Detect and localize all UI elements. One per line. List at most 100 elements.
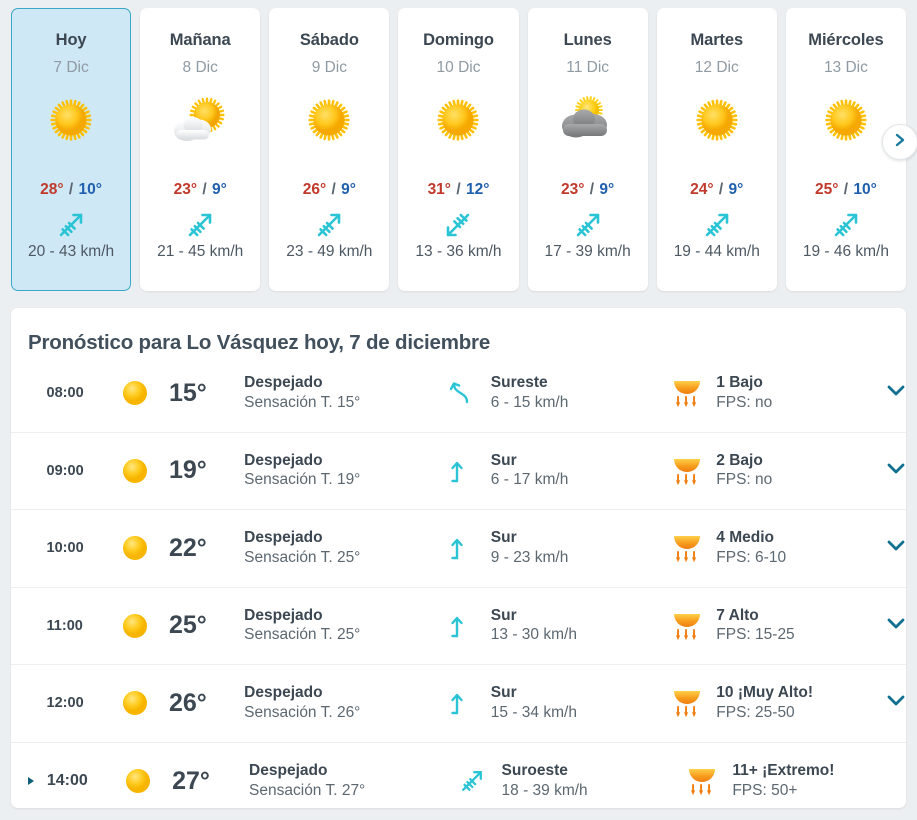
uv-index-icon bbox=[664, 454, 709, 488]
hour-temperature: 25° bbox=[168, 611, 207, 640]
wind-speed-label: 18 - 39 km/h bbox=[501, 781, 588, 799]
uv-index-label: 7 Alto bbox=[716, 606, 759, 624]
triangle-right-icon bbox=[28, 777, 34, 786]
day-name: Hoy bbox=[55, 31, 87, 49]
uv-fps-label: FPS: 15-25 bbox=[716, 626, 795, 644]
hour-wind: Sur 15 - 34 km/h bbox=[485, 683, 664, 723]
temp-separator: / bbox=[456, 181, 461, 198]
row-expander[interactable] bbox=[28, 777, 40, 786]
wind-speed-label: 15 - 34 km/h bbox=[490, 703, 577, 721]
temp-separator: / bbox=[589, 181, 595, 198]
hourly-row[interactable]: 09:00 19° Despejado Sensación T. 19° Sur… bbox=[11, 433, 906, 510]
sky-label: Despejado bbox=[244, 606, 323, 624]
hour-uv: 1 Bajo FPS: no bbox=[709, 373, 878, 413]
row-expander[interactable] bbox=[28, 622, 40, 630]
daily-forecast-strip: Hoy 7 Dic 28° / 10° 20 - 43 km/h Mañana 8… bbox=[0, 0, 917, 298]
day-name: Martes bbox=[690, 31, 744, 49]
day-temp-max: 26° bbox=[302, 181, 327, 198]
day-wind-speed: 20 - 43 km/h bbox=[27, 243, 115, 260]
uv-index-label: 11+ ¡Extremo! bbox=[732, 762, 835, 780]
hour-sky-condition: Despejado Sensación T. 27° bbox=[245, 761, 449, 801]
sky-label: Despejado bbox=[244, 451, 323, 469]
row-toggle-button[interactable] bbox=[878, 384, 906, 402]
hourly-row[interactable]: 12:00 26° Despejado Sensación T. 26° Sur… bbox=[11, 665, 906, 743]
uv-fps-label: FPS: 50+ bbox=[732, 781, 798, 799]
wind-arrow-ne-icon bbox=[449, 766, 495, 796]
day-card-4[interactable]: Lunes 11 Dic 23° / 9° 17 - 39 km/h bbox=[527, 8, 648, 291]
uv-index-label: 4 Medio bbox=[716, 529, 774, 547]
hour-temperature: 19° bbox=[168, 456, 207, 485]
day-card-3[interactable]: Domingo 10 Dic 31° / 12° 13 - 36 km/h bbox=[398, 8, 519, 291]
day-date: 7 Dic bbox=[53, 59, 89, 76]
temp-separator: / bbox=[331, 181, 336, 198]
row-toggle-button[interactable] bbox=[878, 462, 906, 480]
sun-icon bbox=[107, 766, 168, 796]
uv-index-icon bbox=[664, 531, 709, 565]
day-temp-max: 24° bbox=[690, 181, 714, 198]
day-temperatures: 24° / 9° bbox=[690, 181, 743, 199]
feels-like-label: Sensación T. 25° bbox=[244, 626, 361, 644]
day-temperatures: 23° / 9° bbox=[174, 181, 227, 199]
hour-sky-condition: Despejado Sensación T. 19° bbox=[240, 451, 439, 491]
day-temperatures: 31° / 12° bbox=[428, 181, 490, 199]
hour-wind: Sur 6 - 17 km/h bbox=[485, 451, 664, 491]
feels-like-label: Sensación T. 19° bbox=[244, 471, 361, 489]
hour-time: 12:00 bbox=[46, 695, 84, 712]
hour-temperature: 22° bbox=[168, 533, 207, 562]
hour-uv: 4 Medio FPS: 6-10 bbox=[709, 528, 878, 568]
sun-icon bbox=[303, 89, 355, 151]
wind-direction-label: Sur bbox=[490, 606, 517, 624]
hourly-row[interactable]: 14:00 27° Despejado Sensación T. 27° Sur… bbox=[11, 743, 906, 809]
day-card-2[interactable]: Sábado 9 Dic 26° / 9° 23 - 49 km/h bbox=[269, 8, 390, 291]
wind-arrow-n-icon bbox=[440, 611, 485, 641]
uv-index-label: 2 Bajo bbox=[716, 451, 763, 469]
row-expander[interactable] bbox=[28, 544, 40, 552]
uv-index-label: 1 Bajo bbox=[716, 374, 763, 392]
hour-uv: 11+ ¡Extremo! FPS: 50+ bbox=[725, 761, 898, 801]
sun-icon bbox=[105, 611, 165, 641]
sun-icon bbox=[105, 378, 165, 408]
row-toggle-button[interactable] bbox=[878, 539, 906, 557]
wind-arrow-ne-icon bbox=[183, 211, 217, 239]
day-card-0[interactable]: Hoy 7 Dic 28° / 10° 20 - 43 km/h bbox=[11, 8, 132, 291]
day-temperatures: 25° / 10° bbox=[815, 181, 877, 199]
hour-temperature: 15° bbox=[168, 378, 207, 407]
hourly-row[interactable]: 10:00 22° Despejado Sensación T. 25° Sur… bbox=[11, 510, 906, 588]
day-card-5[interactable]: Martes 12 Dic 24° / 9° 19 - 44 km/h bbox=[656, 8, 777, 291]
feels-like-label: Sensación T. 25° bbox=[244, 548, 361, 566]
day-card-1[interactable]: Mañana 8 Dic 23° / 9° 21 - 45 km/h bbox=[140, 8, 261, 291]
day-temp-max: 31° bbox=[427, 181, 452, 198]
wind-arrow-ne-icon bbox=[312, 211, 346, 239]
row-toggle-button[interactable] bbox=[878, 617, 906, 635]
row-expander[interactable] bbox=[28, 389, 40, 397]
day-temperatures: 28° / 10° bbox=[40, 181, 102, 199]
hour-wind: Sur 9 - 23 km/h bbox=[485, 528, 664, 568]
wind-direction-label: Sur bbox=[490, 529, 517, 547]
row-expander[interactable] bbox=[28, 467, 40, 475]
day-temp-max: 23° bbox=[173, 181, 198, 198]
row-expander[interactable] bbox=[28, 699, 40, 707]
chevron-down-icon bbox=[886, 539, 906, 557]
row-toggle-button[interactable] bbox=[878, 694, 906, 712]
temp-separator: / bbox=[68, 181, 74, 198]
hourly-row[interactable]: 11:00 25° Despejado Sensación T. 25° Sur… bbox=[11, 588, 906, 665]
day-date: 8 Dic bbox=[182, 59, 218, 76]
hour-time: 09:00 bbox=[46, 462, 84, 479]
wind-speed-label: 9 - 23 km/h bbox=[490, 548, 569, 566]
hourly-row[interactable]: 08:00 15° Despejado Sensación T. 15° Sur… bbox=[11, 355, 906, 433]
uv-index-icon bbox=[679, 764, 725, 798]
sky-label: Despejado bbox=[244, 529, 323, 547]
chevron-down-icon bbox=[886, 462, 906, 480]
day-temp-min: 10° bbox=[78, 181, 102, 198]
day-temp-min: 9° bbox=[728, 181, 744, 198]
sun-icon bbox=[691, 89, 743, 151]
day-name: Mañana bbox=[169, 31, 231, 49]
next-days-button[interactable] bbox=[882, 124, 917, 160]
uv-fps-label: FPS: 25-50 bbox=[716, 703, 795, 721]
hour-time: 08:00 bbox=[46, 385, 84, 402]
feels-like-label: Sensación T. 26° bbox=[244, 703, 361, 721]
wind-arrow-sw-icon bbox=[441, 211, 475, 239]
wind-arrow-n-icon bbox=[440, 456, 485, 486]
day-temp-max: 28° bbox=[40, 181, 64, 198]
wind-arrow-ne-icon bbox=[700, 211, 734, 239]
